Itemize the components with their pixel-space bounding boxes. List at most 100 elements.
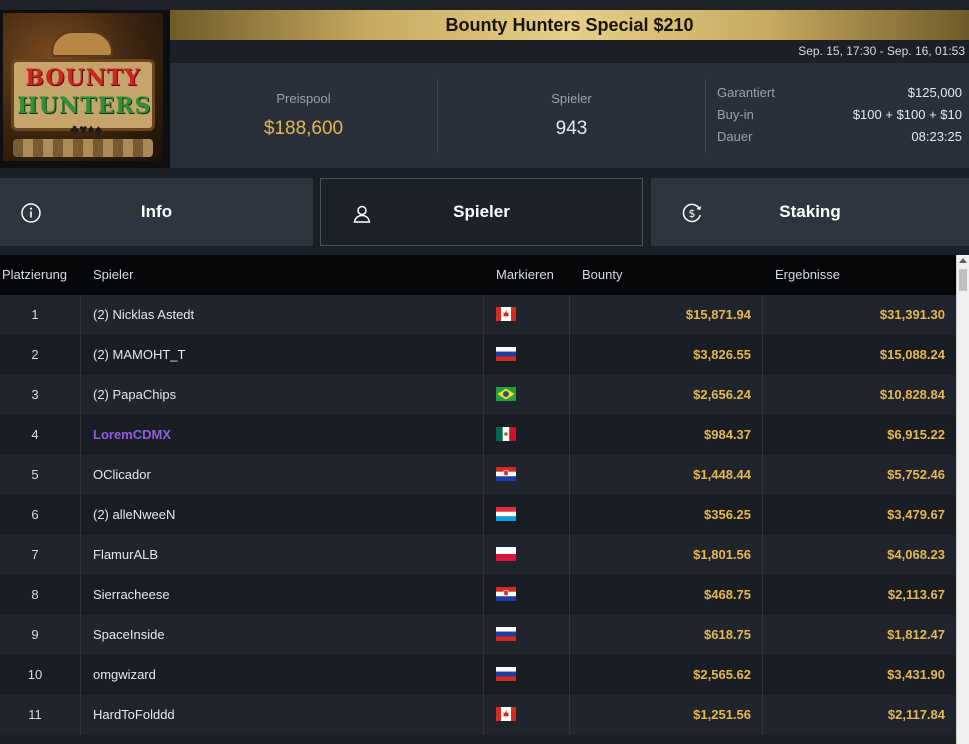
logo-text-bounty: BOUNTY (25, 65, 141, 91)
column-divider (483, 495, 484, 535)
buyin-label: Buy-in (717, 107, 754, 122)
guaranteed-value: $125,000 (907, 85, 962, 100)
tab-staking[interactable]: $ Staking (651, 178, 969, 246)
result-cell: $1,812.47 (887, 627, 945, 642)
player-name-cell[interactable]: FlamurALB (93, 535, 473, 575)
player-name-cell[interactable]: SpaceInside (93, 615, 473, 655)
player-name-cell[interactable]: omgwizard (93, 655, 473, 695)
tab-info-label: Info (140, 202, 173, 221)
column-header-player[interactable]: Spieler (93, 255, 133, 295)
column-divider (80, 295, 81, 335)
players-label: Spieler (551, 91, 592, 106)
result-cell: $10,828.84 (879, 387, 945, 402)
mx-flag-icon (496, 427, 516, 441)
column-divider (80, 495, 81, 535)
place-cell: 4 (31, 427, 39, 442)
result-cell: $3,431.90 (887, 667, 945, 682)
spacer (0, 246, 969, 255)
table-row[interactable]: 9 SpaceInside $618.75 $1,812.47 (0, 615, 956, 655)
buyin-row: Buy-in $100 + $100 + $10 (717, 107, 962, 129)
player-name-cell[interactable]: (2) alleNweeN (93, 495, 473, 535)
hr-flag-icon (496, 587, 516, 601)
table-row[interactable]: 7 FlamurALB $1,801.56 $4,068.23 (0, 535, 956, 575)
duration-row: Dauer 08:23:25 (717, 129, 962, 151)
column-divider (80, 535, 81, 575)
tab-players[interactable]: Spieler (320, 178, 643, 246)
column-divider (80, 615, 81, 655)
column-divider (483, 295, 484, 335)
prizepool-value: $188,600 (263, 118, 344, 139)
table-row[interactable]: 5 OClicador $1,448.44 $5,752.46 (0, 455, 956, 495)
scrollbar[interactable] (956, 255, 969, 744)
bounty-cell: $356.25 (704, 507, 751, 522)
duration-label: Dauer (717, 129, 753, 144)
ca-flag-icon (496, 707, 516, 721)
result-cell: $2,117.84 (887, 707, 945, 722)
players-value: 943 (555, 118, 588, 139)
guaranteed-row: Garantiert $125,000 (717, 85, 962, 107)
bounty-cell: $468.75 (704, 587, 751, 602)
table-row[interactable]: 8 Sierracheese $468.75 $2,113.67 (0, 575, 956, 615)
table-row[interactable]: 2 (2) MAMOHT_T $3,826.55 $15,088.24 (0, 335, 956, 375)
logo-art: BOUNTY HUNTERS ♣♥♦♠ (3, 13, 163, 161)
buyin-value: $100 + $100 + $10 (852, 107, 962, 122)
scroll-thumb[interactable] (959, 269, 967, 291)
tournament-title-bar: Bounty Hunters Special $210 (170, 10, 969, 40)
tab-players-label: Spieler (453, 202, 510, 221)
column-divider (483, 415, 484, 455)
place-cell: 7 (31, 547, 39, 562)
bounty-cell: $3,826.55 (693, 347, 751, 362)
column-divider (483, 695, 484, 735)
ru-flag-icon (496, 667, 516, 681)
column-divider (483, 575, 484, 615)
lu-flag-icon (496, 507, 516, 521)
tournament-title: Bounty Hunters Special $210 (445, 14, 694, 35)
table-row[interactable]: 6 (2) alleNweeN $356.25 $3,479.67 (0, 495, 956, 535)
column-header-results[interactable]: Ergebnisse (775, 255, 840, 295)
tab-info[interactable]: Info (0, 178, 313, 246)
spacer (0, 168, 969, 178)
column-divider (80, 375, 81, 415)
player-name-cell[interactable]: OClicador (93, 455, 473, 495)
place-cell: 6 (31, 507, 39, 522)
column-divider (483, 375, 484, 415)
place-cell: 9 (31, 627, 39, 642)
ru-flag-icon (496, 627, 516, 641)
guaranteed-label: Garantiert (717, 85, 775, 100)
column-divider (80, 455, 81, 495)
table-row[interactable]: 3 (2) PapaChips $2,656.24 $10,828.84 (0, 375, 956, 415)
column-header-flag[interactable]: Markieren (496, 255, 554, 295)
player-name-cell[interactable]: (2) Nicklas Astedt (93, 295, 473, 335)
table-row[interactable]: 10 omgwizard $2,565.62 $3,431.90 (0, 655, 956, 695)
result-cell: $15,088.24 (879, 347, 945, 362)
bounty-cell: $984.37 (704, 427, 751, 442)
tournament-logo: BOUNTY HUNTERS ♣♥♦♠ (0, 10, 170, 168)
player-name-cell[interactable]: (2) PapaChips (93, 375, 473, 415)
table-row[interactable]: 11 HardToFolddd $1,251.56 $2,117.84 (0, 695, 956, 735)
table-row[interactable]: 1 (2) Nicklas Astedt $15,871.94 $31,391.30 (0, 295, 956, 335)
column-divider (80, 335, 81, 375)
player-name-cell[interactable]: HardToFolddd (93, 695, 473, 735)
bounty-cell: $1,251.56 (693, 707, 751, 722)
bounty-cell: $1,448.44 (693, 467, 751, 482)
scroll-up-arrow-icon[interactable] (959, 258, 967, 263)
prizepool-label: Preispool (276, 91, 331, 106)
bounty-cell: $618.75 (704, 627, 751, 642)
player-name-cell[interactable]: (2) MAMOHT_T (93, 335, 473, 375)
bounty-cell: $2,656.24 (693, 387, 751, 402)
column-header-bounty[interactable]: Bounty (582, 255, 622, 295)
column-header-place[interactable]: Platzierung (2, 255, 67, 295)
duration-value: 08:23:25 (911, 129, 962, 144)
column-divider (80, 575, 81, 615)
player-name-cell[interactable]: Sierracheese (93, 575, 473, 615)
br-flag-icon (496, 387, 516, 401)
bounty-cell: $15,871.94 (685, 307, 751, 322)
tournament-dates: Sep. 15, 17:30 - Sep. 16, 01:53 (170, 40, 969, 63)
column-divider (483, 335, 484, 375)
result-cell: $2,113.67 (887, 587, 945, 602)
table-row[interactable]: 4 LoremCDMX $984.37 $6,915.22 (0, 415, 956, 455)
bounty-cell: $1,801.56 (693, 547, 751, 562)
place-cell: 1 (31, 307, 39, 322)
player-name-cell[interactable]: LoremCDMX (93, 415, 473, 455)
place-cell: 5 (31, 467, 39, 482)
